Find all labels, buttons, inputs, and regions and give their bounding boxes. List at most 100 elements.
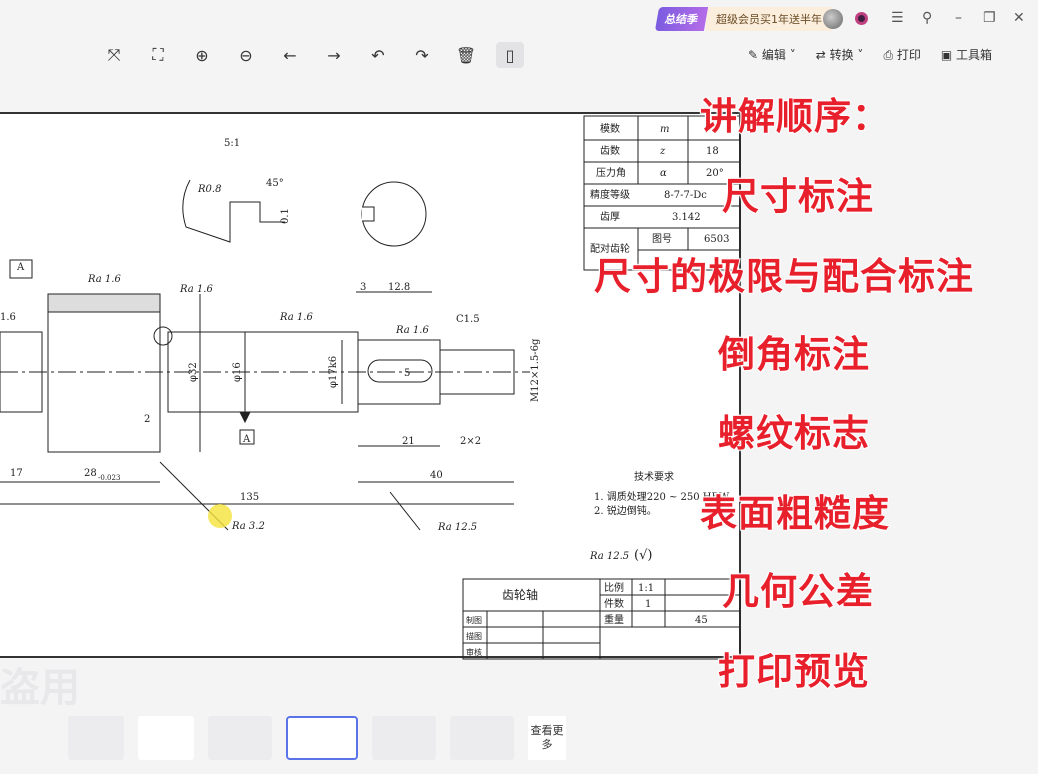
mouse-icon[interactable]: ▯ xyxy=(496,42,524,68)
edit-button[interactable]: ✎ 编辑 ˅ xyxy=(748,46,796,63)
table-cell: 齿数 xyxy=(600,144,620,157)
previous-icon[interactable]: ← xyxy=(276,42,304,68)
dimension-label: 17 xyxy=(10,468,23,479)
menu-icon[interactable]: ☰ xyxy=(891,10,904,26)
datum-label: A xyxy=(242,434,251,445)
dimension-label: 135 xyxy=(240,492,259,503)
table-cell: z xyxy=(659,146,666,157)
scale-label: 比例 xyxy=(604,581,624,594)
overlay-line: 倒角标注 xyxy=(717,332,870,377)
table-cell: 模数 xyxy=(600,122,620,135)
dimension-label: 2×2 xyxy=(460,436,481,447)
roughness-label: Ra 1.6 xyxy=(87,274,121,285)
convert-button[interactable]: ⇄ 转换 ˅ xyxy=(816,46,864,63)
app-icon[interactable] xyxy=(855,12,868,25)
roughness-label: Ra 1.6 xyxy=(179,284,213,295)
table-cell: 压力角 xyxy=(596,166,626,179)
title-block: 齿轮轴 比例 1:1 件数 1 重量 45 制图 描图 审核 xyxy=(462,578,741,660)
dimension-label: 3 xyxy=(360,282,366,293)
overlay-line: 螺纹标志 xyxy=(717,411,870,456)
angle-label: 45° xyxy=(266,178,284,189)
tech-requirement-item: 2. 锐边倒钝。 xyxy=(594,504,657,517)
dimension-label: 1.6 xyxy=(0,312,16,323)
part-name: 齿轮轴 xyxy=(502,587,538,602)
table-cell: 精度等级 xyxy=(590,188,630,201)
overlay-line: 表面粗糙度 xyxy=(699,491,890,536)
engineering-drawing: 模数 m 齿数 z 18 压力角 α 20° 精度等级 8-7-7-Dc 齿厚 … xyxy=(0,115,741,660)
delete-icon[interactable]: 🗑 xyxy=(452,42,480,68)
detail-scale: 5:1 xyxy=(224,138,240,149)
thumbnail[interactable] xyxy=(68,716,124,760)
datum-label: A xyxy=(16,262,25,273)
zoom-out-icon[interactable]: ⊖ xyxy=(232,42,260,68)
toolbox-label: 工具箱 xyxy=(956,48,993,62)
page-thumbnails: 查看更多 xyxy=(68,716,566,760)
tolerance-label: -0.023 xyxy=(98,474,120,482)
table-cell: m xyxy=(660,124,669,135)
diameter-label: φ16 xyxy=(232,362,243,382)
table-cell: 3.142 xyxy=(672,212,701,223)
scale-value: 1:1 xyxy=(638,583,654,594)
dimension-label: 40 xyxy=(430,470,443,481)
thumbnail[interactable] xyxy=(208,716,272,760)
material-value: 45 xyxy=(695,615,708,626)
promo-text: 超级会员买1年送半年 xyxy=(706,7,832,31)
dimension-label: 5 xyxy=(404,368,410,379)
table-cell: 6503 xyxy=(704,234,729,245)
weight-label: 重量 xyxy=(604,613,624,626)
close-button[interactable]: ✕ xyxy=(1013,10,1025,26)
print-button[interactable]: ⎙ 打印 xyxy=(883,46,920,63)
tech-requirements-title: 技术要求 xyxy=(634,470,674,483)
edit-label: 编辑 xyxy=(761,48,786,62)
qty-value: 1 xyxy=(645,599,651,610)
zoom-in-icon[interactable]: ⊕ xyxy=(188,42,216,68)
diameter-label: φ32 xyxy=(188,362,199,382)
qty-label: 件数 xyxy=(604,597,624,610)
toolbox-button[interactable]: ▣ 工具箱 xyxy=(941,46,992,63)
promo-tag: 总结季 xyxy=(654,7,709,31)
overlay-line: 尺寸标注 xyxy=(721,174,874,219)
overlay-line: 打印预览 xyxy=(717,649,870,694)
view-toolbar: ⤧ ⛶ ⊕ ⊖ ← → ↶ ↷ 🗑 ▯ xyxy=(100,42,540,68)
roughness-label: Ra 3.2 xyxy=(231,521,265,532)
depth-label: 0.1 xyxy=(280,208,291,224)
rotate-right-icon[interactable]: ↷ xyxy=(408,42,436,68)
radius-label: R0.8 xyxy=(197,184,221,195)
roughness-label: Ra 1.6 xyxy=(395,325,429,336)
rotate-left-icon[interactable]: ↶ xyxy=(364,42,392,68)
thumbnail-selected[interactable] xyxy=(286,716,358,760)
minimize-button[interactable]: – xyxy=(955,10,962,26)
avatar[interactable] xyxy=(823,9,843,29)
overlay-line: 尺寸的极限与配合标注 xyxy=(593,254,974,299)
table-cell: 8-7-7-Dc xyxy=(664,190,707,201)
general-roughness-symbol: (√) xyxy=(634,548,652,563)
table-cell: α xyxy=(660,168,667,179)
table-cell: 图号 xyxy=(652,233,672,245)
table-cell: 18 xyxy=(706,146,719,157)
chamfer-label: C1.5 xyxy=(456,314,480,325)
restore-button[interactable]: ❐ xyxy=(983,10,996,26)
thumbnail[interactable] xyxy=(450,716,514,760)
shaft-view xyxy=(0,259,530,531)
dimension-label: 21 xyxy=(402,436,415,447)
convert-label: 转换 xyxy=(829,48,854,62)
table-cell: 齿厚 xyxy=(600,211,620,223)
print-label: 打印 xyxy=(896,48,921,62)
overlay-line: 几何公差 xyxy=(721,569,874,614)
dimension-label: 12.8 xyxy=(388,282,410,293)
thumbnail[interactable] xyxy=(138,716,194,760)
fit-page-icon[interactable]: ⤧ xyxy=(100,42,128,68)
traced-label: 描图 xyxy=(466,631,482,641)
general-roughness: Ra 12.5 xyxy=(589,551,629,562)
next-icon[interactable]: → xyxy=(320,42,348,68)
title-bar: 总结季 超级会员买1年送半年 ☰ ⚲ – ❐ ✕ xyxy=(0,0,1038,40)
fullscreen-icon[interactable]: ⛶ xyxy=(144,42,172,68)
view-more-button[interactable]: 查看更多 xyxy=(528,716,566,760)
diameter-label: φ17k6 xyxy=(328,356,339,388)
promo-banner[interactable]: 总结季 超级会员买1年送半年 xyxy=(654,7,832,31)
drawn-label: 制图 xyxy=(466,615,482,625)
action-toolbar: ✎ 编辑 ˅ ⇄ 转换 ˅ ⎙ 打印 ▣ 工具箱 xyxy=(748,46,992,63)
checked-label: 审核 xyxy=(466,647,482,657)
thumbnail[interactable] xyxy=(372,716,436,760)
pin-icon[interactable]: ⚲ xyxy=(922,10,932,26)
